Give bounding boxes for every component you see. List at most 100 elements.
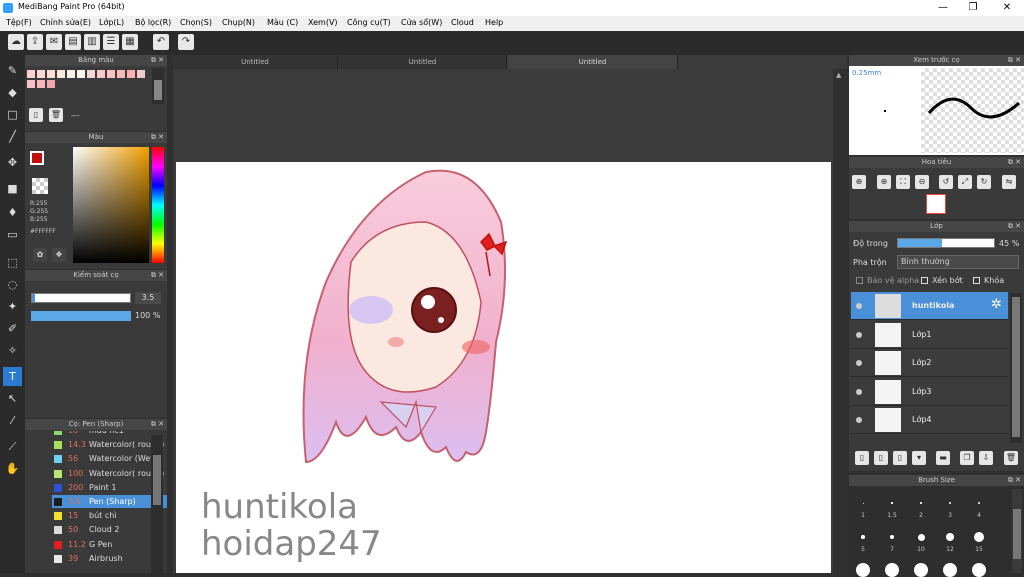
clipping-checkbox[interactable] [921,277,928,284]
new-layer-3-icon[interactable]: ▯ [893,451,907,465]
brush-item[interactable]: 14.3 Watercolor( rough) [52,438,167,451]
brush-size-scrollbar[interactable] [1012,489,1022,573]
layer-row[interactable]: huntikola ✲ [851,292,1008,320]
brush-item[interactable]: 11.2 G Pen [52,538,167,551]
popout-icon[interactable]: ⧉ ✕ [151,270,164,281]
color-swatch[interactable] [107,70,115,78]
layer-row[interactable]: Lớp1 [851,320,1008,349]
menu-filter[interactable]: Bộ lọc(R) [135,18,171,27]
brush-size-dot[interactable] [862,502,864,504]
brush-size-dot[interactable] [948,501,952,505]
gear-icon[interactable]: ✲ [991,297,1002,312]
bucket-tool-icon[interactable]: ♦ [3,203,22,222]
visibility-eye-icon[interactable] [856,331,862,338]
brush-size-dot[interactable] [917,533,925,541]
zoom-in-2-icon[interactable]: ⊕ [877,175,891,189]
rotate-left-icon[interactable]: ↺ [939,175,953,189]
color-wheel-icon[interactable]: ✿ [33,248,47,262]
palette-swatches[interactable] [27,70,151,92]
brush-size-dot[interactable] [861,535,865,539]
visibility-eye-icon[interactable] [856,360,862,366]
brush-size-value[interactable]: 3.5 [135,292,161,304]
delete-layer-icon[interactable]: 🗑 [1004,451,1018,465]
undo-icon[interactable]: ↶ [153,34,169,50]
brush-item[interactable]: 50 Cloud 2 [52,523,167,536]
menu-color[interactable]: Màu (C) [267,18,298,27]
color-swatch[interactable] [137,70,145,78]
brush-size-dot[interactable] [889,534,895,540]
brush-size-dot[interactable] [885,563,899,577]
document-icon[interactable]: ▥ [84,34,100,50]
grid-icon[interactable]: ▦ [122,34,138,50]
brush-size-dot[interactable] [920,502,922,504]
color-swatch[interactable] [37,80,45,88]
menu-cloud[interactable]: Cloud [451,18,474,27]
brush-item[interactable]: 200 Paint 1 [52,481,167,494]
import-layer-icon[interactable]: ▾ [912,451,926,465]
layer-opacity-slider[interactable] [897,238,995,248]
popout-icon[interactable]: ⧉ ✕ [1008,221,1021,232]
menu-edit[interactable]: Chỉnh sửa(E) [40,18,91,27]
brush-size-dot[interactable] [943,563,957,577]
line-tool-icon[interactable]: ╱ [3,127,22,146]
zoom-out-icon[interactable]: ⊖ [915,175,929,189]
menu-file[interactable]: Tệp(F) [6,18,32,27]
merge-icon[interactable]: ⇩ [979,451,993,465]
brush-tool-icon[interactable]: ✎ [3,61,22,80]
menu-view[interactable]: Xem(V) [308,18,338,27]
brush-size-dot[interactable] [973,531,985,543]
minimize-button[interactable]: — [928,1,958,15]
brush-item[interactable]: 56 Watercolor (Wet) [52,452,167,465]
color-swatch[interactable] [27,70,35,78]
blend-mode-select[interactable]: Bình thường [897,255,1019,269]
color-swatch[interactable] [87,70,95,78]
menu-capture[interactable]: Chụp(N) [222,18,255,27]
rectangle-tool-icon[interactable]: □ [3,105,22,124]
menu-window[interactable]: Cửa sổ(W) [401,18,442,27]
tab-untitled-3[interactable]: Untitled [508,55,678,69]
gradient-tool-icon[interactable]: ▭ [3,225,22,244]
fit-icon[interactable]: ⛶ [896,175,910,189]
hue-slider[interactable] [152,147,164,263]
lasso-tool-icon[interactable]: ◌ [3,275,22,294]
magic-wand-tool-icon[interactable]: ✦ [3,297,22,316]
list-icon[interactable]: ☰ [103,34,119,50]
maximize-button[interactable]: ❐ [958,1,988,15]
popout-icon[interactable]: ⧉ ✕ [1008,475,1021,486]
layer-row[interactable]: Lớp3 [851,377,1008,406]
popout-icon[interactable]: ⧉ ✕ [151,55,164,66]
duplicate-icon[interactable]: ❐ [960,451,974,465]
flip-icon[interactable]: ⇋ [1002,175,1016,189]
layer-row[interactable]: Lớp4 [851,406,1008,434]
hand-tool-icon[interactable]: ✋ [3,459,22,478]
upload-icon[interactable]: ⇪ [27,34,43,50]
saturation-value-picker[interactable] [73,147,149,263]
folder-icon[interactable]: ▬ [936,451,950,465]
select-rect-tool-icon[interactable]: ⬚ [3,253,22,272]
text-tool-icon[interactable]: T [3,367,22,386]
rotate-right-icon[interactable]: ↻ [977,175,991,189]
layer-scrollbar[interactable] [1010,293,1022,443]
color-swatch[interactable] [37,70,45,78]
brush-size-dot[interactable] [945,532,955,542]
message-icon[interactable]: ▤ [65,34,81,50]
eraser-tool-icon[interactable]: ◆ [3,83,22,102]
brush-size-dot[interactable] [891,502,893,504]
menu-tools[interactable]: Công cụ(T) [347,18,391,27]
select-eraser-tool-icon[interactable]: ✧ [3,341,22,360]
brush-item[interactable]: 18 màu nc1 [52,431,167,437]
redo-icon[interactable]: ↷ [178,34,194,50]
visibility-eye-icon[interactable] [856,388,862,395]
color-swatch[interactable] [77,70,85,78]
menu-layer[interactable]: Lớp(L) [99,18,124,27]
brush-size-dot[interactable] [856,563,870,577]
color-swatch[interactable] [127,70,135,78]
brush-item[interactable]: 100 Watercolor( rough) [52,467,167,480]
menu-select[interactable]: Chọn(S) [180,18,212,27]
brush-opacity-slider[interactable] [31,311,131,321]
fullscreen-icon[interactable]: ⤢ [958,175,972,189]
delete-color-icon[interactable]: 🗑 [49,108,63,122]
new-layer-2-icon[interactable]: ▯ [874,451,888,465]
color-swatch[interactable] [97,70,105,78]
palette-scrollbar[interactable] [152,68,164,104]
